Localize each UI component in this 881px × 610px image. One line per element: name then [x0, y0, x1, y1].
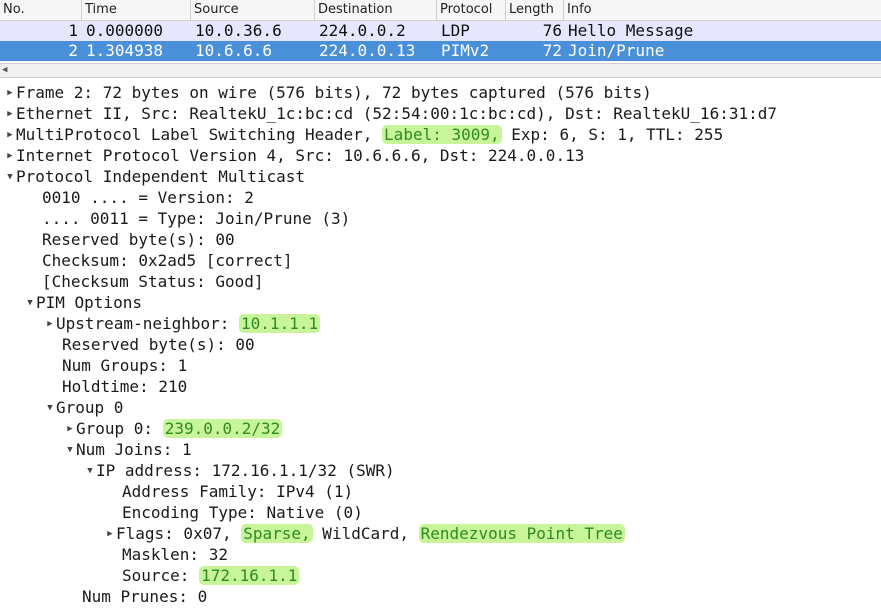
tree-item-ipv4[interactable]: ▶ Internet Protocol Version 4, Src: 10.6.…	[0, 145, 881, 166]
highlight-flag-sparse: Sparse,	[241, 524, 313, 543]
expand-arrow-icon[interactable]: ▶	[4, 104, 16, 125]
packet-protocol: LDP	[441, 21, 470, 40]
horizontal-scrollbar[interactable]: ◀	[0, 63, 881, 78]
column-header-info[interactable]: Info	[564, 0, 881, 20]
packet-info: Join/Prune	[568, 41, 665, 60]
tree-item-frame[interactable]: ▶ Frame 2: 72 bytes on wire (576 bits), 7…	[0, 82, 881, 103]
tree-item-flags[interactable]: ▶ Flags: 0x07, Sparse, WildCard, Rendezvo…	[0, 523, 881, 544]
tree-item-pim[interactable]: ▼ Protocol Independent Multicast	[0, 166, 881, 187]
scroll-left-arrow-icon[interactable]: ◀	[2, 64, 12, 77]
packet-time: 1.304938	[86, 41, 164, 60]
highlight-upstream-neighbor: 10.1.1.1	[239, 314, 321, 333]
tree-item-mpls[interactable]: ▶ MultiProtocol Label Switching Header, L…	[0, 124, 881, 145]
column-header-no[interactable]: No.	[0, 0, 82, 20]
highlight-mpls-label: Label: 3009,	[382, 125, 502, 144]
packet-destination: 224.0.0.2	[319, 21, 406, 40]
tree-leaf-num-prunes[interactable]: Num Prunes: 0	[0, 586, 881, 607]
packet-source: 10.0.36.6	[195, 21, 282, 40]
packet-info: Hello Message	[568, 21, 694, 40]
tree-leaf-type[interactable]: .... 0011 = Type: Join/Prune (3)	[0, 208, 881, 229]
highlight-source-address: 172.16.1.1	[199, 566, 300, 585]
tree-leaf-options-reserved[interactable]: Reserved byte(s): 00	[0, 334, 881, 355]
packet-destination: 224.0.0.13	[319, 41, 416, 60]
column-header-time[interactable]: Time	[82, 0, 191, 20]
expand-arrow-icon[interactable]: ▶	[4, 83, 16, 104]
packet-protocol: PIMv2	[441, 41, 490, 60]
packet-time: 0.000000	[86, 21, 164, 40]
tree-leaf-masklen[interactable]: Masklen: 32	[0, 544, 881, 565]
packet-source: 10.6.6.6	[195, 41, 273, 60]
tree-item-num-joins[interactable]: ▼ Num Joins: 1	[0, 439, 881, 460]
column-header-protocol[interactable]: Protocol	[437, 0, 506, 20]
packet-no: 1	[68, 21, 78, 40]
packet-details-tree: ▶ Frame 2: 72 bytes on wire (576 bits), 7…	[0, 82, 881, 610]
packet-no: 2	[68, 41, 78, 60]
column-header-source[interactable]: Source	[191, 0, 315, 20]
expand-arrow-icon[interactable]: ▶	[4, 146, 16, 167]
expand-arrow-icon[interactable]: ▶	[44, 314, 56, 335]
collapse-arrow-icon[interactable]: ▼	[4, 167, 16, 188]
packet-row[interactable]: 1 0.000000 10.0.36.6 224.0.0.2 LDP 76 He…	[0, 21, 881, 41]
highlight-group-address: 239.0.0.2/32	[162, 419, 283, 438]
packet-length: 72	[542, 41, 562, 60]
tree-item-upstream-neighbor[interactable]: ▶ Upstream-neighbor: 10.1.1.1	[0, 313, 881, 334]
tree-item-ip-address[interactable]: ▼ IP address: 172.16.1.1/32 (SWR)	[0, 460, 881, 481]
tree-leaf-version[interactable]: 0010 .... = Version: 2	[0, 187, 881, 208]
tree-item-ethernet[interactable]: ▶ Ethernet II, Src: RealtekU_1c:bc:cd (52…	[0, 103, 881, 124]
tree-leaf-encoding-type[interactable]: Encoding Type: Native (0)	[0, 502, 881, 523]
tree-leaf-source[interactable]: Source: 172.16.1.1	[0, 565, 881, 586]
collapse-arrow-icon[interactable]: ▼	[24, 293, 36, 314]
expand-arrow-icon[interactable]: ▶	[64, 419, 76, 440]
tree-leaf-holdtime[interactable]: Holdtime: 210	[0, 376, 881, 397]
tree-leaf-checksum[interactable]: Checksum: 0x2ad5 [correct]	[0, 250, 881, 271]
highlight-flag-rpt: Rendezvous Point Tree	[418, 524, 625, 543]
tree-leaf-address-family[interactable]: Address Family: IPv4 (1)	[0, 481, 881, 502]
collapse-arrow-icon[interactable]: ▼	[64, 440, 76, 461]
tree-item-group-0[interactable]: ▼ Group 0	[0, 397, 881, 418]
packet-row-selected[interactable]: 2 1.304938 10.6.6.6 224.0.0.13 PIMv2 72 …	[0, 41, 881, 61]
tree-leaf-reserved[interactable]: Reserved byte(s): 00	[0, 229, 881, 250]
column-header-length[interactable]: Length	[506, 0, 564, 20]
packet-length: 76	[542, 21, 562, 40]
expand-arrow-icon[interactable]: ▶	[104, 524, 116, 545]
packet-list-header: No. Time Source Destination Protocol Len…	[0, 0, 881, 21]
collapse-arrow-icon[interactable]: ▼	[84, 461, 96, 482]
expand-arrow-icon[interactable]: ▶	[4, 125, 16, 146]
tree-item-pim-options[interactable]: ▼ PIM Options	[0, 292, 881, 313]
collapse-arrow-icon[interactable]: ▼	[44, 398, 56, 419]
tree-item-group-address[interactable]: ▶ Group 0: 239.0.0.2/32	[0, 418, 881, 439]
column-header-destination[interactable]: Destination	[315, 0, 437, 20]
tree-leaf-num-groups[interactable]: Num Groups: 1	[0, 355, 881, 376]
packet-list: No. Time Source Destination Protocol Len…	[0, 0, 881, 62]
tree-leaf-checksum-status[interactable]: [Checksum Status: Good]	[0, 271, 881, 292]
